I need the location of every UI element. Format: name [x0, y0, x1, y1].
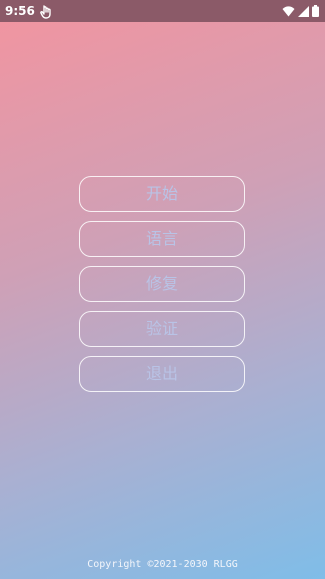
- language-button[interactable]: 语言: [79, 221, 245, 257]
- exit-button[interactable]: 退出: [79, 356, 245, 392]
- repair-button[interactable]: 修复: [79, 266, 245, 302]
- battery-icon: [312, 2, 319, 21]
- cell-signal-icon: [298, 2, 309, 21]
- status-bar: 9:56: [0, 0, 325, 22]
- main-menu: 开始 语言 修复 验证 退出: [79, 176, 245, 401]
- status-icons: [282, 4, 319, 18]
- copyright-text: Copyright ©2021-2030 RLGG: [87, 559, 238, 570]
- status-time: 9:56: [5, 4, 35, 18]
- hand-touch-icon: [40, 4, 52, 19]
- verify-button[interactable]: 验证: [79, 311, 245, 347]
- wifi-icon: [282, 2, 295, 21]
- start-button[interactable]: 开始: [79, 176, 245, 212]
